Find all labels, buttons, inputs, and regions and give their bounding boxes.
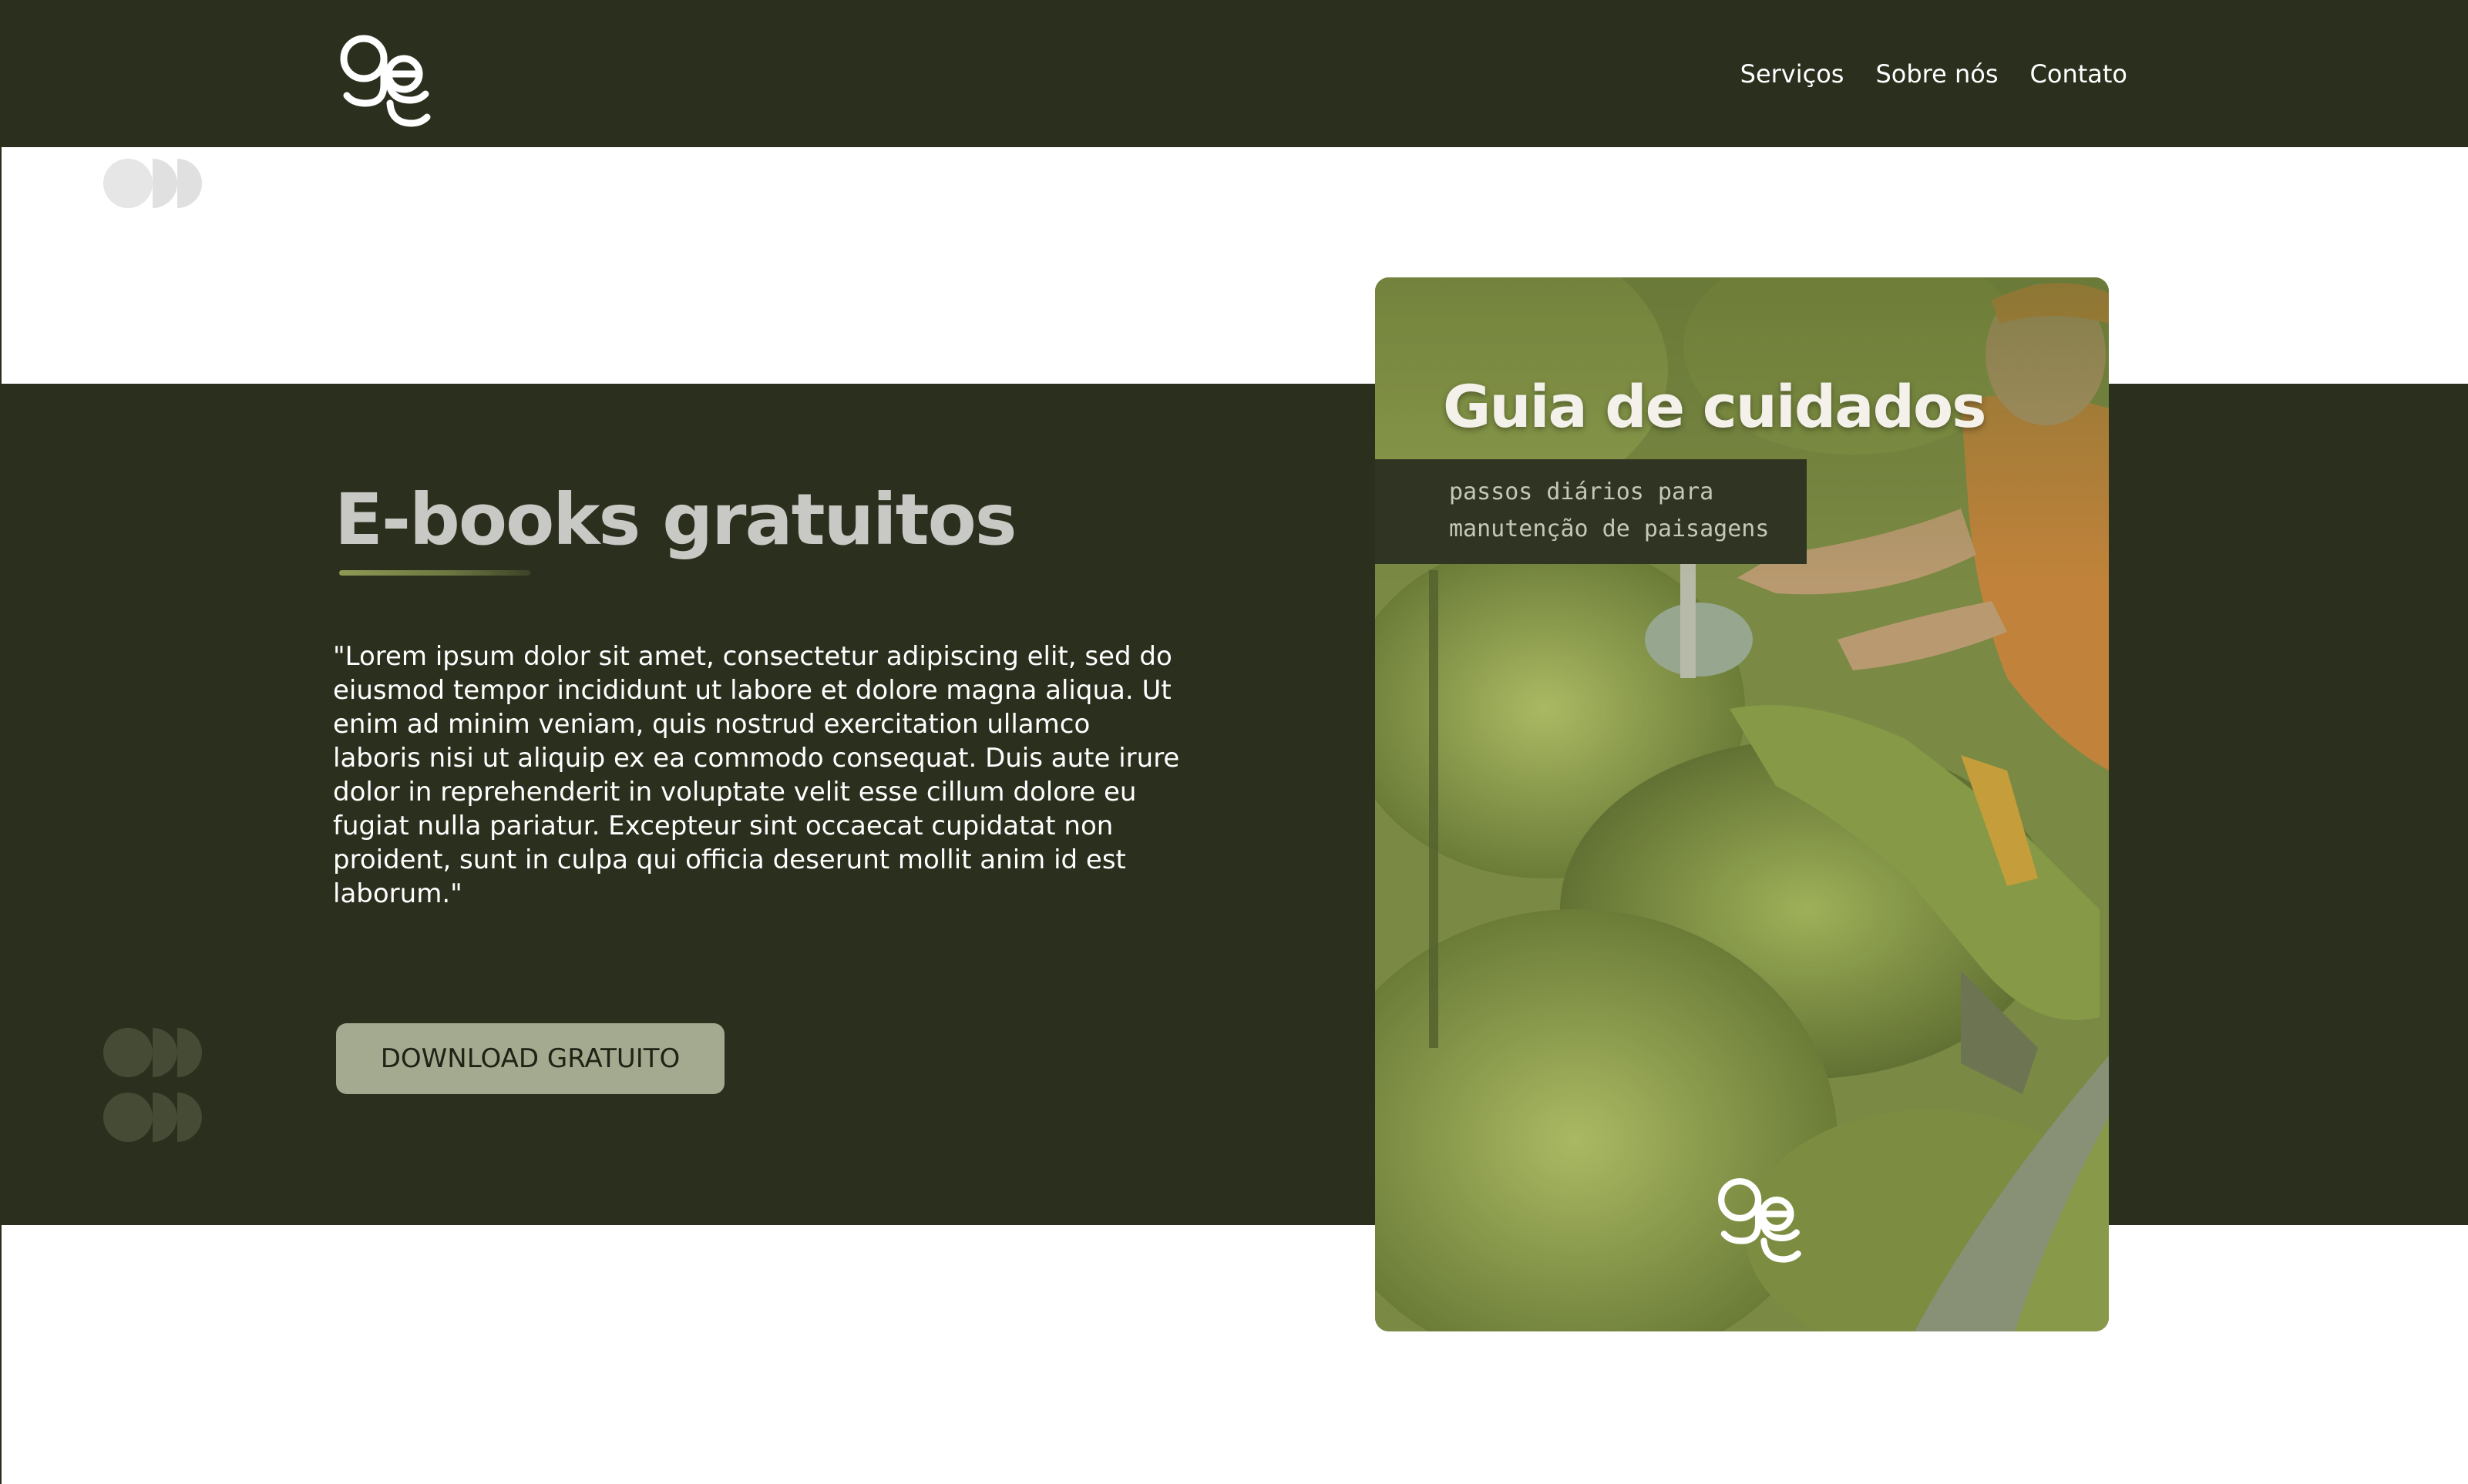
- hero-body-text: "Lorem ipsum dolor sit amet, consectetur…: [333, 641, 1180, 909]
- gc-logo-icon[interactable]: [336, 29, 433, 129]
- hero-title: E-books gratuitos: [335, 478, 1017, 561]
- download-button[interactable]: DOWNLOAD GRATUITO: [336, 1023, 725, 1094]
- title-underline: [339, 570, 530, 576]
- site-header: Serviços Sobre nós Contato: [0, 0, 2468, 147]
- main-nav: Serviços Sobre nós Contato: [1740, 55, 2127, 92]
- ebook-subtitle-line: manutenção de paisagens: [1449, 515, 1770, 542]
- ebook-cover[interactable]: Guia de cuidados passos diários para man…: [1375, 277, 2109, 1331]
- decor-dots-icon: [103, 159, 205, 208]
- ebook-title: Guia de cuidados: [1443, 372, 1986, 441]
- nav-link-contato[interactable]: Contato: [2030, 55, 2127, 92]
- decor-dots-icon: [103, 1028, 205, 1077]
- decor-dots-icon: [103, 1093, 205, 1142]
- ebook-subtitle-box: passos diários para manutenção de paisag…: [1375, 459, 1807, 564]
- gc-logo-icon: [1718, 1178, 1801, 1263]
- nav-link-servicos[interactable]: Serviços: [1740, 55, 1844, 92]
- ebook-subtitle-line: passos diários para: [1449, 478, 1714, 505]
- nav-link-sobre-nos[interactable]: Sobre nós: [1875, 55, 1998, 92]
